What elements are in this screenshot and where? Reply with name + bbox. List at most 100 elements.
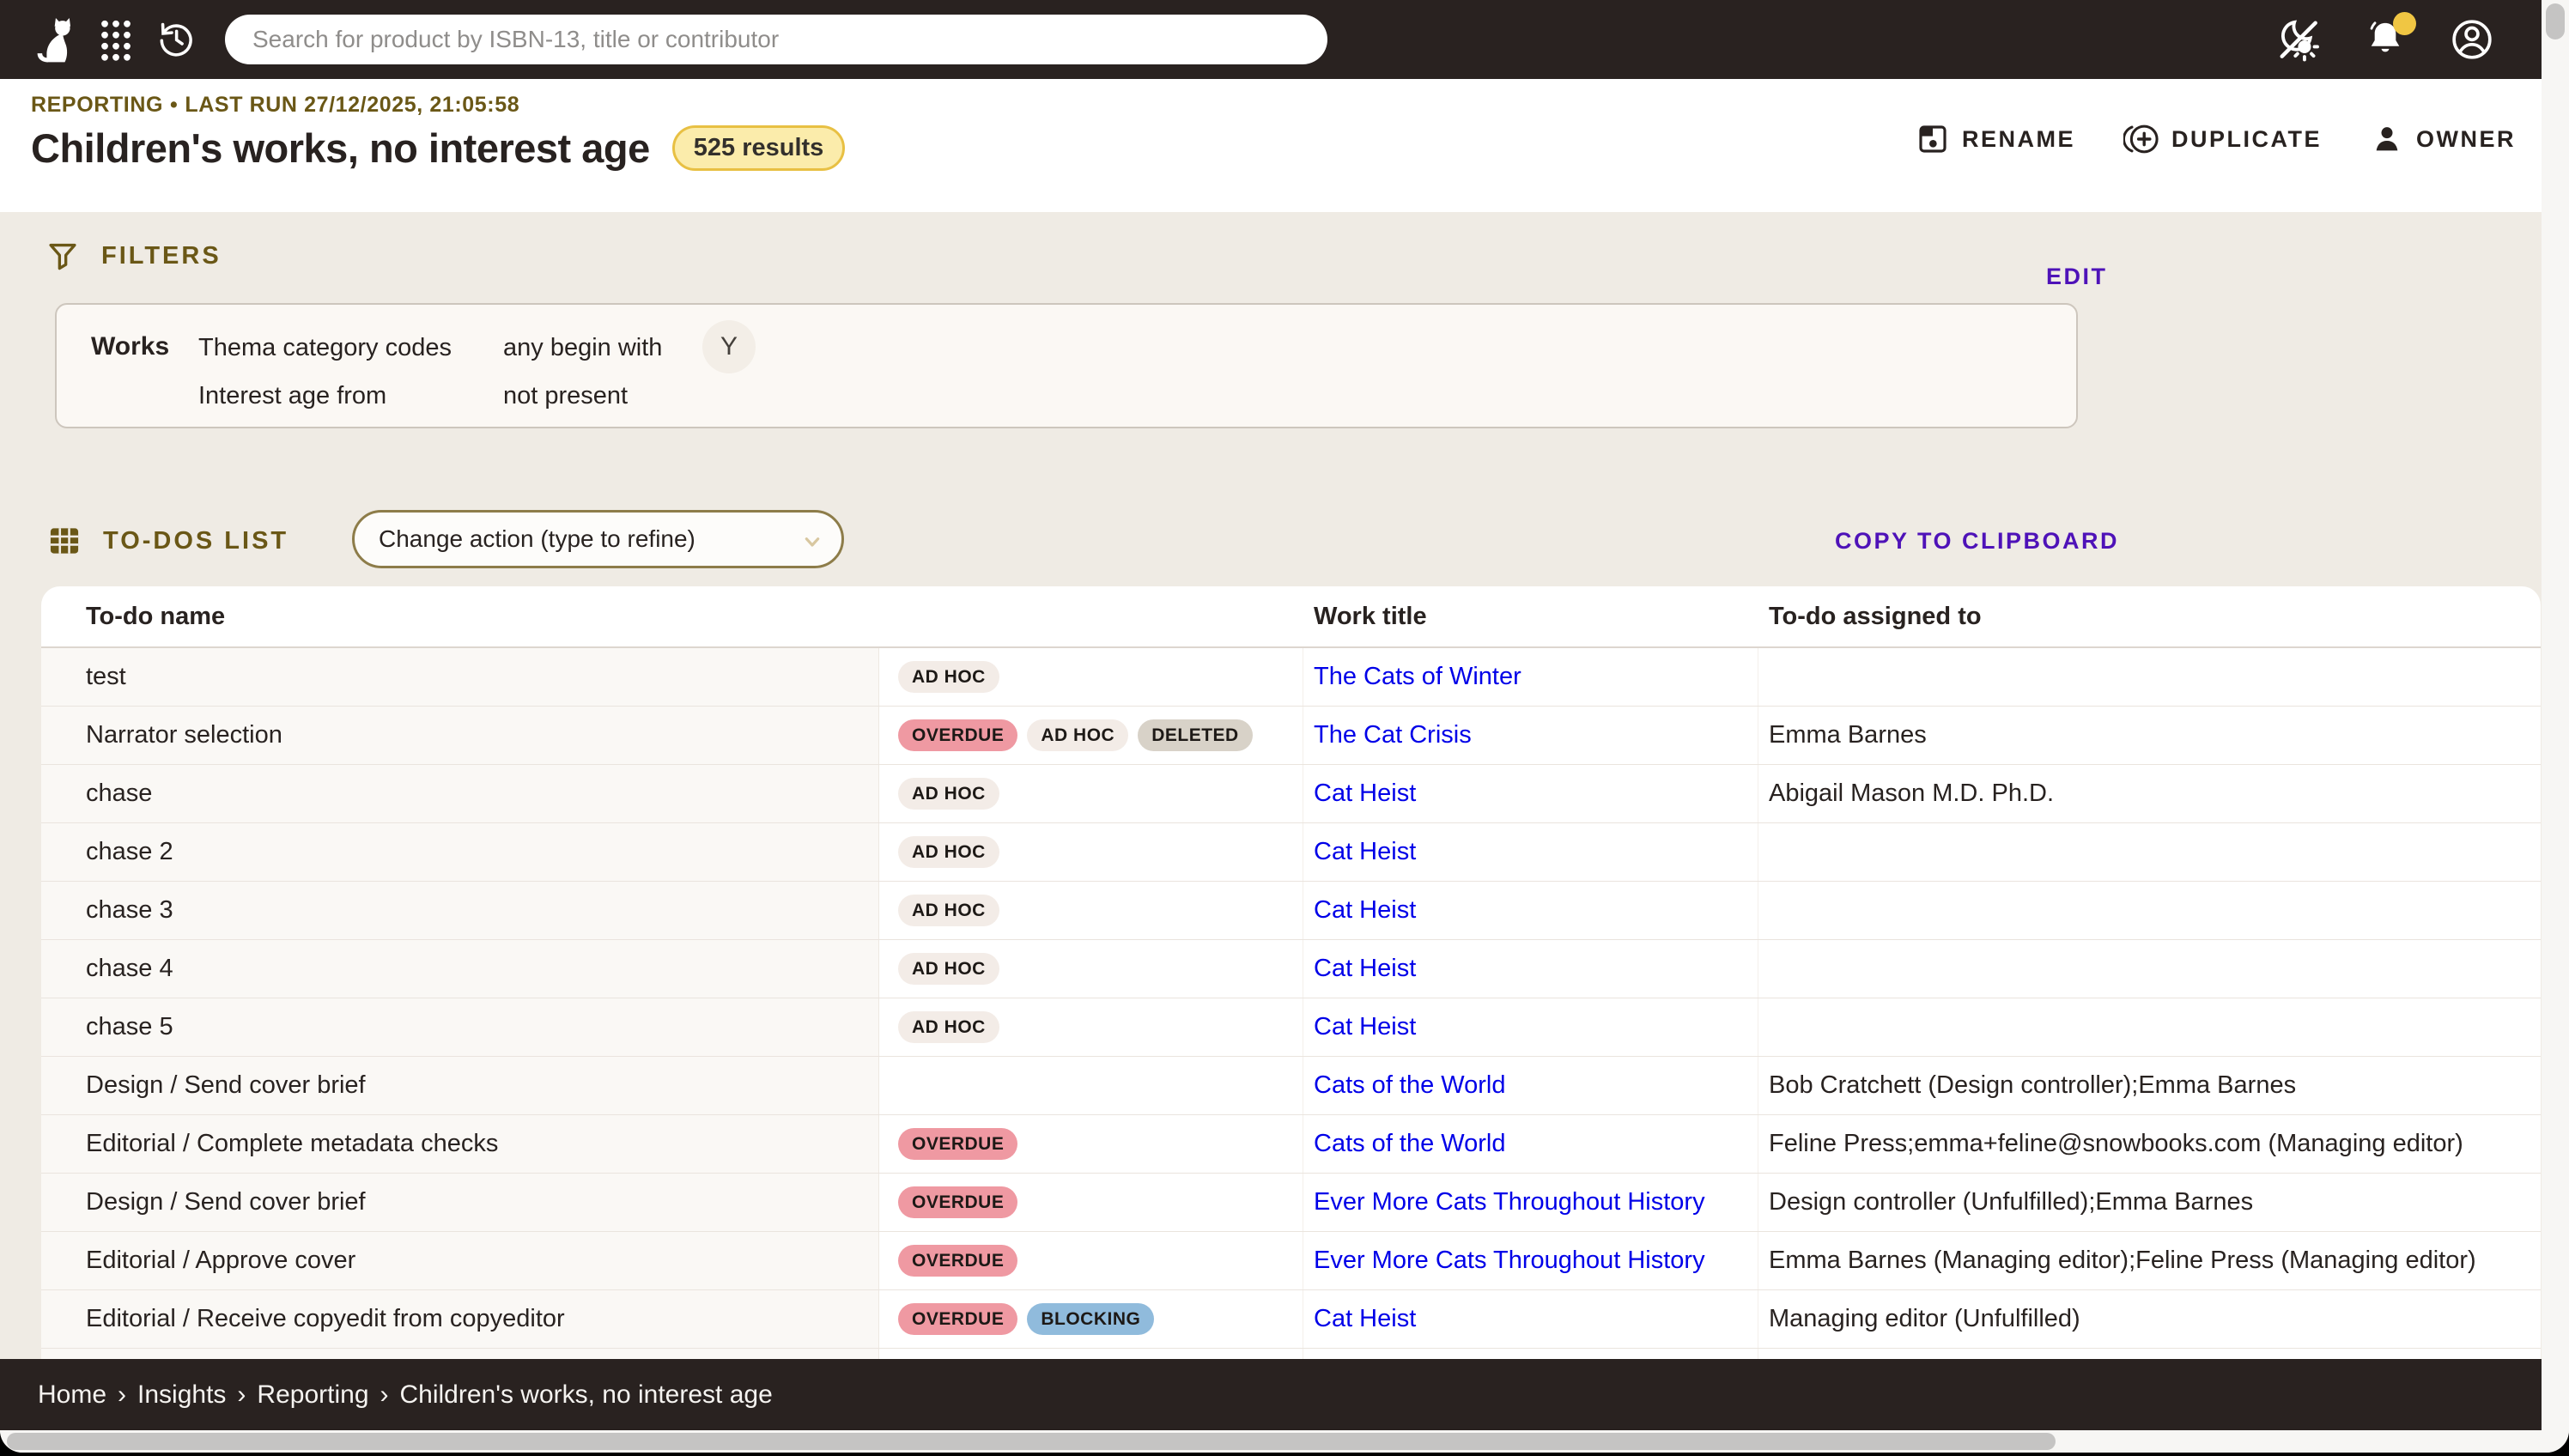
assigned-to: Emma Barnes [1769, 721, 1927, 749]
todo-name-cell: chase 3 [41, 882, 879, 939]
work-title-link[interactable]: The Cats of Winter [1314, 663, 1521, 691]
todo-badges-cell: AD HOC [879, 998, 1303, 1056]
todos-section-title: TO-DOS LIST [48, 525, 288, 557]
filters-card: Works Thema category codes any begin wit… [55, 303, 2078, 428]
history-icon[interactable] [155, 18, 197, 61]
work-title-link[interactable]: Cats of the World [1314, 1130, 1506, 1158]
vertical-scrollbar-thumb[interactable] [2546, 3, 2565, 39]
last-run-timestamp: LAST RUN 27/12/2025, 21:05:58 [185, 93, 519, 117]
assigned-to: Feline Press;emma+feline@snowbooks.com (… [1769, 1130, 2463, 1158]
work-title-cell: Cat Heist [1303, 1290, 1758, 1348]
copy-to-clipboard-link[interactable]: COPY TO CLIPBOARD [1835, 528, 2119, 555]
horizontal-scrollbar[interactable] [0, 1430, 2542, 1453]
todo-name-cell: chase 5 [41, 998, 879, 1056]
breadcrumb-item[interactable]: Home [38, 1380, 106, 1410]
kicker-separator: • [170, 93, 178, 117]
todo-row: chase 2 AD HOC Cat Heist [41, 823, 2541, 882]
cat-logo-icon[interactable] [29, 15, 76, 64]
report-header: REPORTING•LAST RUN 27/12/2025, 21:05:58 … [0, 79, 2542, 212]
work-title-cell: Cat Heist [1303, 882, 1758, 939]
filter-field: Interest age from [198, 382, 386, 410]
todo-name-cell: Design / Send cover brief [41, 1174, 879, 1231]
search-input[interactable] [225, 15, 1327, 64]
todo-row: Design / Send cover brief OVERDUE Ever M… [41, 1174, 2541, 1232]
page-title: Children's works, no interest age [31, 124, 650, 172]
apps-grid-icon[interactable] [98, 17, 134, 62]
todo-name: Design / Send cover brief [86, 1188, 366, 1216]
work-title-link[interactable]: Cat Heist [1314, 1013, 1416, 1041]
filter-operator: not present [503, 382, 628, 410]
todo-row: Editorial / Approve cover OVERDUE Ever M… [41, 1232, 2541, 1290]
horizontal-scrollbar-thumb[interactable] [7, 1433, 2056, 1450]
status-badge: AD HOC [1027, 719, 1128, 751]
work-title-link[interactable]: Cat Heist [1314, 955, 1416, 983]
todo-row: test AD HOC The Cats of Winter [41, 648, 2541, 707]
todo-badges-cell: AD HOC [879, 882, 1303, 939]
filters-heading: FILTERS [101, 242, 222, 270]
assigned-cell: Feline Press;emma+feline@snowbooks.com (… [1758, 1115, 2541, 1173]
account-icon[interactable] [2449, 16, 2495, 63]
todo-name-cell: chase 2 [41, 823, 879, 881]
todo-name-cell: chase 4 [41, 940, 879, 998]
work-title-cell: Cats of the World [1303, 1057, 1758, 1114]
work-title-link[interactable]: The Cat Crisis [1314, 721, 1472, 749]
breadcrumb-item[interactable]: Children's works, no interest age [400, 1380, 773, 1410]
vertical-scrollbar[interactable] [2542, 0, 2569, 1453]
todo-badges-cell: AD HOC [879, 940, 1303, 998]
duplicate-button[interactable]: DUPLICATE [2123, 122, 2322, 156]
duplicate-icon [2123, 122, 2159, 156]
rename-button[interactable]: RENAME [1916, 122, 2075, 156]
breadcrumb-item[interactable]: Insights [137, 1380, 226, 1410]
work-title-link[interactable]: Ever More Cats Throughout History [1314, 1247, 1705, 1275]
todo-badges-cell: OVERDUE AD HOC DELETED [879, 707, 1303, 764]
theme-toggle-icon[interactable] [2275, 16, 2322, 63]
column-header-work: Work title [1303, 603, 1758, 631]
todo-row: chase 5 AD HOC Cat Heist [41, 998, 2541, 1057]
change-action-select[interactable]: Change action (type to refine) [352, 510, 844, 568]
owner-button[interactable]: OWNER [2370, 122, 2516, 156]
work-title-link[interactable]: Cat Heist [1314, 896, 1416, 925]
assigned-cell: Emma Barnes (Managing editor);Feline Pre… [1758, 1232, 2541, 1289]
todo-name: chase 5 [86, 1013, 173, 1041]
search-bar [225, 15, 1327, 64]
assigned-cell [1758, 882, 2541, 939]
work-title-link[interactable]: Cat Heist [1314, 1305, 1416, 1333]
status-badge: AD HOC [898, 661, 999, 693]
todo-name: Editorial / Complete metadata checks [86, 1130, 498, 1158]
work-title-cell: Cat Heist [1303, 765, 1758, 822]
rename-label: RENAME [1962, 126, 2075, 153]
work-title-link[interactable]: Ever More Cats Throughout History [1314, 1188, 1705, 1216]
work-title-cell: Cat Heist [1303, 998, 1758, 1056]
breadcrumb-separator: › [118, 1380, 126, 1410]
todo-name: test [86, 663, 126, 691]
work-title-link[interactable]: Cats of the World [1314, 1071, 1506, 1100]
todo-badges-cell: OVERDUEBLOCKING [879, 1290, 1303, 1348]
assigned-cell: Design controller (Unfulfilled);Emma Bar… [1758, 1174, 2541, 1231]
assigned-to: Design controller (Unfulfilled);Emma Bar… [1769, 1188, 2253, 1216]
filter-group-label: Works [91, 332, 169, 361]
status-badge: AD HOC [898, 836, 999, 868]
breadcrumb-item[interactable]: Reporting [257, 1380, 368, 1410]
change-action-value: Change action (type to refine) [379, 525, 695, 553]
work-title-cell: Cat Heist [1303, 940, 1758, 998]
todo-name: Design / Send cover brief [86, 1071, 366, 1100]
table-grid-icon [48, 525, 81, 557]
filter-operator: any begin with [503, 334, 662, 362]
work-title-cell: Ever More Cats Throughout History [1303, 1232, 1758, 1289]
breadcrumb-separator: › [380, 1380, 389, 1410]
work-title-cell: Cat Heist [1303, 823, 1758, 881]
todos-table: To-do name Work title To-do assigned to … [41, 586, 2541, 1359]
work-title-link[interactable]: Cat Heist [1314, 780, 1416, 808]
column-header-name: To-do name [41, 603, 879, 631]
status-badge: OVERDUE [898, 719, 1017, 751]
todo-row: chase AD HOC Cat Heist Abigail Mason M.D… [41, 765, 2541, 823]
person-icon [2370, 122, 2404, 156]
status-badge: DELETED [1138, 719, 1253, 751]
main-content: FILTERS EDIT Works Thema category codes … [0, 212, 2542, 1359]
table-body: test AD HOC The Cats of Winter Narrator … [41, 648, 2541, 1349]
breadcrumb-bar: Home›Insights›Reporting›Children's works… [0, 1359, 2544, 1430]
work-title-link[interactable]: Cat Heist [1314, 838, 1416, 866]
todo-badges-cell: AD HOC [879, 823, 1303, 881]
chevron-down-icon [799, 528, 826, 555]
edit-filters-link[interactable]: EDIT [2046, 264, 2108, 290]
